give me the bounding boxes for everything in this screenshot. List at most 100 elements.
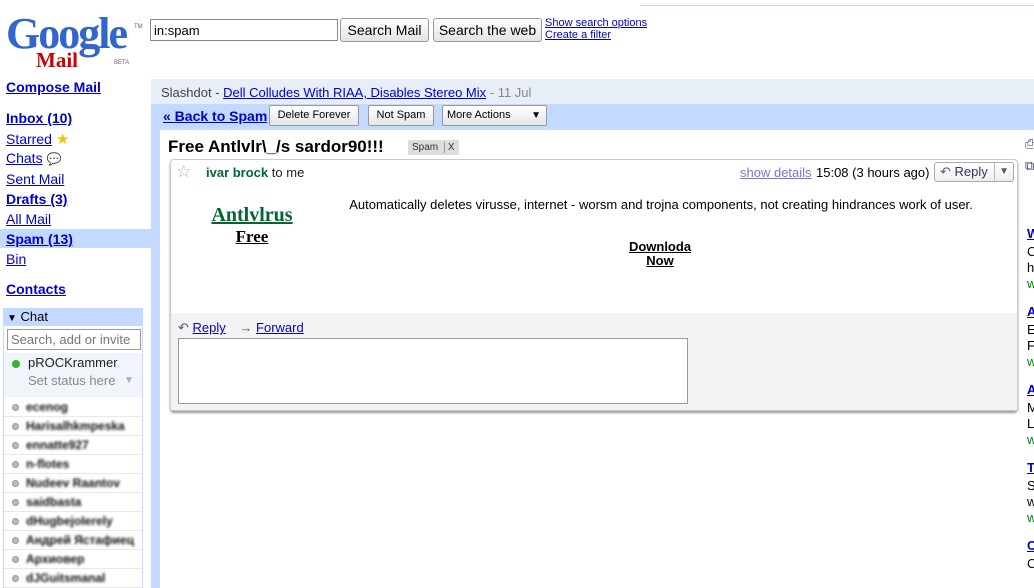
remove-label-x[interactable]: X <box>443 142 455 153</box>
forward-icon: → <box>239 320 253 335</box>
chat-contact[interactable]: Harisalhkmpeska <box>4 417 142 436</box>
compose-mail-link[interactable]: Compose Mail <box>6 79 101 95</box>
not-spam-button[interactable]: Not Spam <box>368 105 434 126</box>
more-actions-select[interactable]: More Actions ▼ <box>442 105 547 126</box>
chat-contact[interactable]: ecenog <box>4 398 142 417</box>
sender-line: ivar brock to me <box>206 165 304 180</box>
print-icon[interactable]: ⎙ <box>1025 136 1034 152</box>
download-link-block[interactable]: Downloda Now <box>600 240 720 268</box>
nav-starred[interactable]: Starred <box>6 131 52 147</box>
chat-contact[interactable]: dJGuitsmanal <box>4 569 142 588</box>
download-line-1: Downloda <box>628 239 692 254</box>
chat-status-input[interactable]: Set status here <box>28 373 115 388</box>
nav-spam[interactable]: Spam (13) <box>6 231 73 247</box>
right-column-clip-text[interactable]: A <box>1027 382 1034 397</box>
right-column-clip-text: M <box>1027 400 1034 415</box>
chat-contact[interactable]: Андрей Ястафиец <box>4 531 142 550</box>
spam-label-text: Spam <box>412 142 439 153</box>
chat-bubble-icon: 💬 <box>46 152 62 166</box>
logo-tm: TM <box>134 24 143 30</box>
star-icon: ★ <box>55 131 70 148</box>
show-details-link[interactable]: show details <box>740 165 812 180</box>
right-column-clip-text: w <box>1027 276 1034 291</box>
chat-contact[interactable]: Архиовер <box>4 550 142 569</box>
collapse-triangle-icon: ▼ <box>7 313 17 324</box>
logo-mail-text: Mail <box>36 48 78 72</box>
nav-chats-row: Chats 💬 <box>6 150 61 166</box>
gmail-logo[interactable]: Google Mail BETA TM <box>6 12 143 73</box>
body-title-block: Antlvlrus Free <box>200 204 304 247</box>
forward-link[interactable]: Forward <box>256 320 304 335</box>
chat-contact-name: Андрей Ястафиец <box>26 533 135 547</box>
message-time: 15:08 (3 hours ago) <box>816 165 930 180</box>
reply-split-button[interactable]: ↶ Reply ▼ <box>934 162 1014 182</box>
right-column-clip-text: C <box>1027 556 1034 571</box>
header-divider <box>640 5 1034 6</box>
chat-self: pROCKrammer Set status here ▼ <box>4 353 142 397</box>
chat-contact[interactable]: Nudeev Raantov <box>4 474 142 493</box>
status-dropdown-icon[interactable]: ▼ <box>124 375 134 386</box>
chat-contact[interactable]: dHugbejoIerely <box>4 512 142 531</box>
webclip-source: Slashdot <box>161 85 212 100</box>
reply-button-label: Reply <box>954 164 988 179</box>
chat-contact-name: Nudeev Raantov <box>26 476 121 490</box>
chat-contact-name: Архиовер <box>26 552 85 566</box>
right-column-clip-text[interactable]: T <box>1027 460 1034 475</box>
chat-contact-name: dHugbejoIerely <box>26 514 113 528</box>
offline-status-icon <box>12 537 19 544</box>
chat-self-name: pROCKrammer <box>28 355 118 370</box>
online-status-icon <box>12 360 20 368</box>
right-column-clip-text[interactable]: A <box>1027 304 1034 319</box>
show-search-options-link[interactable]: Show search options <box>545 17 647 29</box>
nav-all-mail[interactable]: All Mail <box>6 211 51 227</box>
offline-status-icon <box>12 556 19 563</box>
dropdown-arrow-icon: ▼ <box>531 110 541 121</box>
chat-contact-name: ennatte927 <box>26 438 89 452</box>
right-column-clip-text[interactable]: C <box>1027 538 1034 553</box>
chat-contact[interactable]: saidbasta <box>4 493 142 512</box>
nav-inbox[interactable]: Inbox (10) <box>6 110 72 126</box>
body-title-link[interactable]: Antlvlrus <box>200 204 304 227</box>
sender-name[interactable]: ivar brock <box>206 165 268 180</box>
body-text: Automatically deletes virusse, internet … <box>349 197 973 212</box>
offline-status-icon <box>12 518 19 525</box>
star-outline-icon[interactable]: ☆ <box>176 162 191 182</box>
right-column-clip-text: w <box>1027 494 1034 509</box>
reply-dropdown-icon[interactable]: ▼ <box>994 163 1009 181</box>
new-window-icon[interactable]: ⧉ <box>1025 158 1034 174</box>
search-web-button[interactable]: Search the web <box>433 18 542 42</box>
delete-forever-button[interactable]: Delete Forever <box>269 105 359 126</box>
nav-bin[interactable]: Bin <box>6 251 26 267</box>
reply-link[interactable]: Reply <box>193 320 226 335</box>
logo-beta: BETA <box>114 60 130 66</box>
chat-header[interactable]: ▼ Chat <box>3 308 143 326</box>
chat-header-label: Chat <box>20 309 48 324</box>
offline-status-icon <box>12 575 19 582</box>
search-mail-button[interactable]: Search Mail <box>340 18 429 42</box>
search-input[interactable] <box>150 19 338 41</box>
right-column-clip-text: C <box>1027 244 1034 259</box>
reply-textarea[interactable] <box>178 338 688 404</box>
chat-contact-name: ecenog <box>26 400 69 414</box>
right-column-clip-text: w <box>1027 354 1034 369</box>
reply-link-row: ↶ Reply → Forward <box>178 320 304 336</box>
create-filter-link[interactable]: Create a filter <box>545 29 647 41</box>
nav-contacts[interactable]: Contacts <box>6 281 66 297</box>
right-column-clip-text: w <box>1027 432 1034 447</box>
chat-contact[interactable]: n-flotes <box>4 455 142 474</box>
webclip-separator: - <box>211 85 224 100</box>
nav-chats[interactable]: Chats <box>6 150 43 166</box>
chat-search-input[interactable] <box>7 329 141 350</box>
nav-drafts[interactable]: Drafts (3) <box>6 191 67 207</box>
download-line-2: Now <box>646 253 674 268</box>
nav-sent[interactable]: Sent Mail <box>6 171 64 187</box>
right-column-clip-text[interactable]: W <box>1027 226 1034 241</box>
webclip-headline-link[interactable]: Dell Colludes With RIAA, Disables Stereo… <box>223 85 486 100</box>
right-column-clip-text: S <box>1027 478 1034 493</box>
chat-contact[interactable]: ennatte927 <box>4 436 142 455</box>
back-to-spam-link[interactable]: « Back to Spam <box>163 108 267 124</box>
recipient-text: to me <box>271 165 305 180</box>
chat-contact-name: saidbasta <box>26 495 82 509</box>
chat-contact-name: dJGuitsmanal <box>26 571 106 585</box>
right-column-clip-text: E <box>1027 322 1034 337</box>
